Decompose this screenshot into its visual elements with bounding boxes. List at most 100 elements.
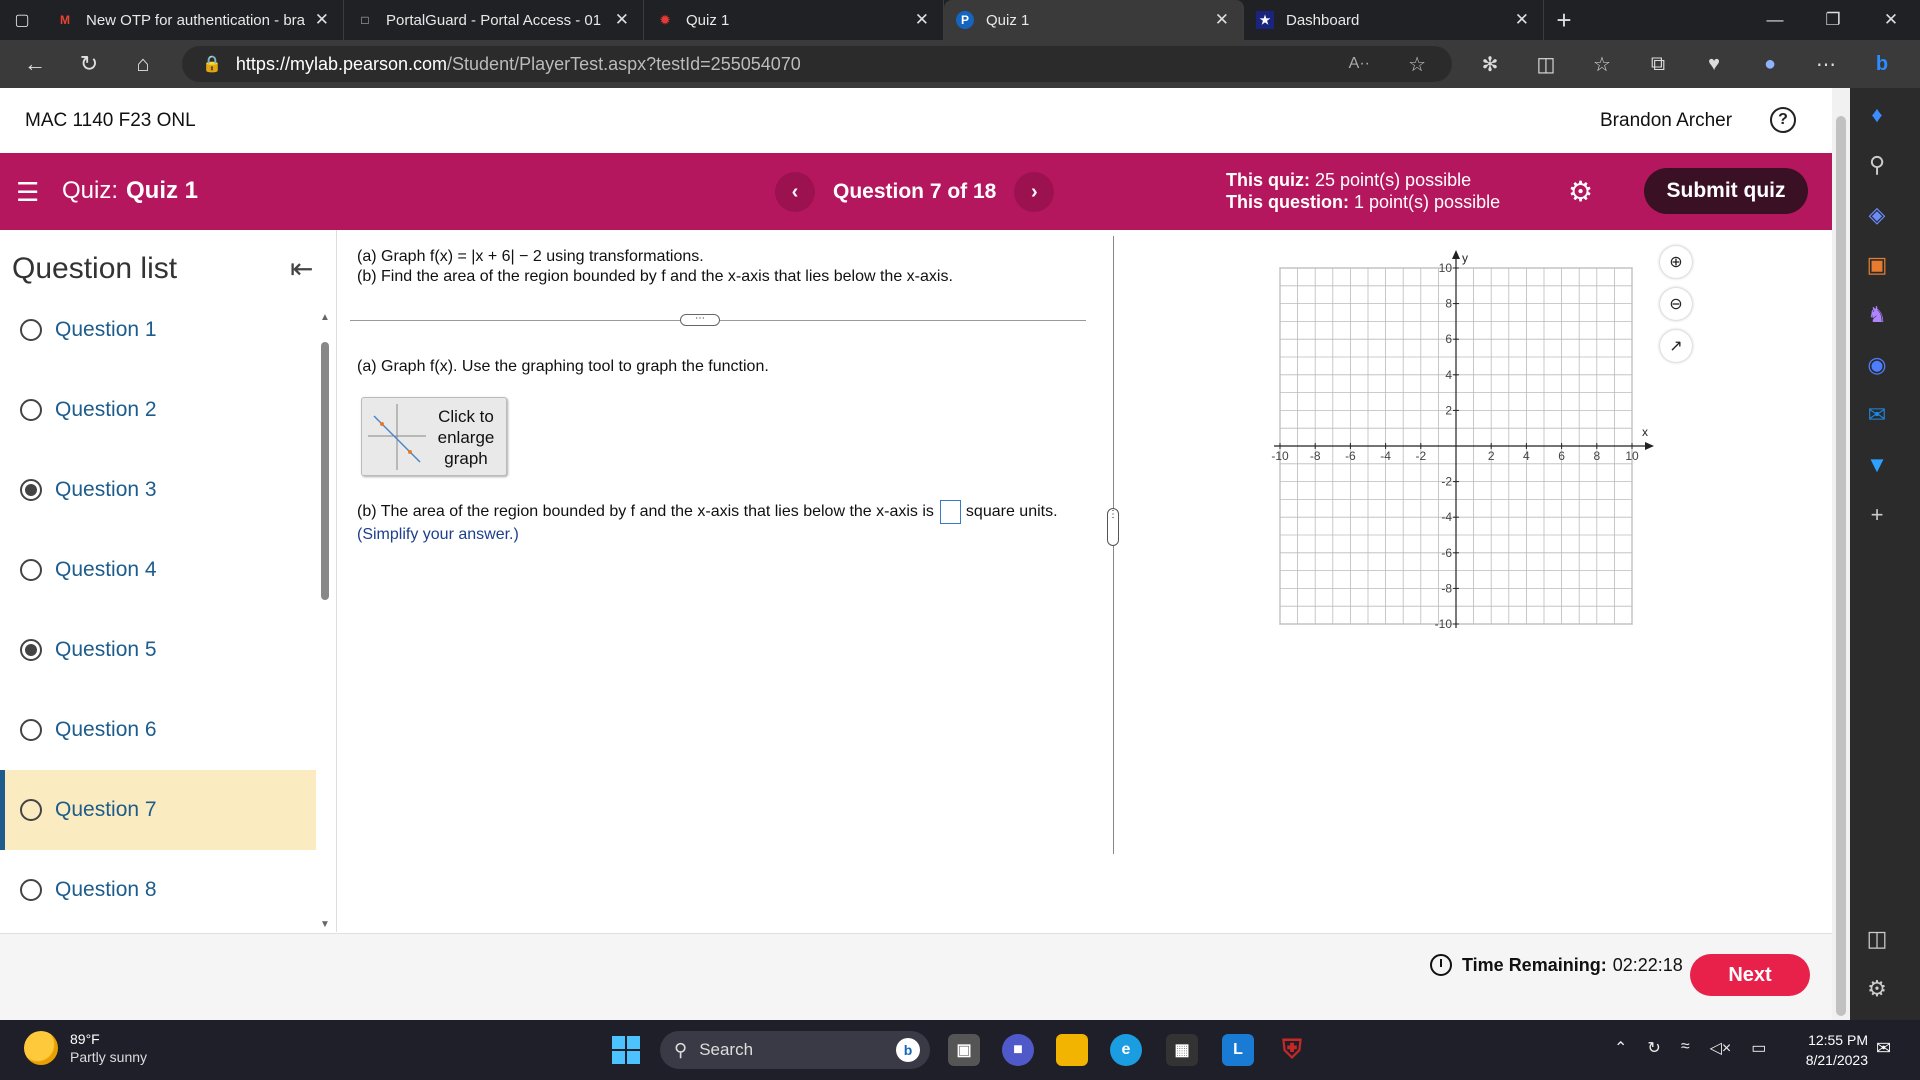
scroll-up-icon[interactable]: ▲ (320, 312, 330, 323)
quiz-points-label: This quiz: (1226, 170, 1310, 190)
pane-divider: ⋮ (1107, 236, 1119, 854)
graphing-area[interactable]: x y -10 -8 -6 -4 -2 2 4 6 8 10 10 8 6 4 2 -2 -4 -6 -8 -10 (1270, 248, 1670, 633)
scrollbar-thumb[interactable] (1836, 116, 1846, 1016)
page-scrollbar[interactable] (1832, 88, 1850, 1020)
tab-portalguard[interactable]: □ PortalGuard - Portal Access - 01 ✕ (344, 0, 644, 40)
taskbar-search[interactable]: ⚲ Search b (660, 1031, 930, 1069)
help-icon[interactable]: ? (1770, 107, 1796, 133)
sidebar-settings-icon[interactable]: ⚙ (1860, 972, 1894, 1006)
add-sidebar-item-icon[interactable]: + (1860, 498, 1894, 532)
microsoft-store-icon[interactable]: ▦ (1166, 1034, 1198, 1066)
close-tab-icon[interactable]: ✕ (1515, 10, 1529, 30)
drop-icon[interactable]: ▼ (1860, 448, 1894, 482)
more-options-icon[interactable]: ⋯ (1798, 52, 1854, 77)
question-list-item[interactable]: Question 6 (0, 690, 316, 770)
hamburger-menu-icon[interactable]: ☰ (16, 177, 39, 208)
settings-gear-icon[interactable]: ⚙ (1568, 175, 1593, 208)
sync-icon[interactable]: ↻ (1647, 1038, 1660, 1058)
favorites-icon[interactable]: ☆ (1574, 52, 1630, 77)
games-icon[interactable]: ♞ (1860, 298, 1894, 332)
search-icon[interactable]: ⚲ (1860, 148, 1894, 182)
home-icon[interactable]: ⌂ (116, 40, 170, 88)
collapse-panel-icon[interactable]: ⇤ (290, 252, 313, 285)
bing-copilot-icon[interactable]: b (1854, 53, 1910, 76)
answered-radio-icon (20, 479, 42, 501)
refresh-icon[interactable]: ↻ (62, 40, 116, 88)
url-field[interactable]: 🔒 https://mylab.pearson.com/Student/Play… (182, 46, 1452, 82)
browser-essentials-icon[interactable]: ♥ (1686, 53, 1742, 76)
close-tab-icon[interactable]: ✕ (615, 10, 629, 30)
question-list-item[interactable]: Question 7 (0, 770, 316, 850)
favorite-star-icon[interactable]: ☆ (1408, 52, 1426, 77)
split-screen-icon[interactable]: ◫ (1518, 52, 1574, 77)
taskbar-clock[interactable]: 12:55 PM 8/21/2023 (1790, 1030, 1868, 1070)
question-list-scroll-thumb[interactable] (321, 342, 329, 600)
tools-icon[interactable]: ▣ (1860, 248, 1894, 282)
tab-quiz-1-active[interactable]: P Quiz 1 ✕ (944, 0, 1244, 40)
pane-resize-handle-icon[interactable]: ⋮ (1107, 508, 1119, 546)
area-answer-input[interactable] (939, 500, 961, 524)
teams-chat-icon[interactable]: ■ (1002, 1034, 1034, 1066)
next-button[interactable]: Next (1690, 954, 1810, 996)
mcafee-icon[interactable]: ⛨ (1276, 1034, 1308, 1066)
collections-icon[interactable]: ⧉ (1630, 53, 1686, 76)
lock-icon[interactable]: 🔒 (202, 54, 222, 74)
quiz-points-value: 25 point(s) possible (1315, 170, 1472, 190)
sidebar-layout-icon[interactable]: ◫ (1860, 922, 1894, 956)
battery-icon[interactable]: ▭ (1751, 1038, 1766, 1058)
wifi-icon[interactable]: ≈ (1681, 1038, 1690, 1058)
user-name[interactable]: Brandon Archer (1600, 110, 1732, 132)
extensions-icon[interactable]: ✻ (1462, 52, 1518, 77)
volume-muted-icon[interactable]: ◁× (1710, 1038, 1732, 1058)
zoom-out-icon[interactable]: ⊖ (1660, 288, 1692, 320)
close-window-icon[interactable]: ✕ (1862, 0, 1920, 40)
pop-out-icon[interactable]: ↗ (1660, 330, 1692, 362)
quiz-header-bar: ☰ Quiz: Quiz 1 ‹ Question 7 of 18 › This … (0, 153, 1832, 230)
notification-center-icon[interactable]: ✉ (1876, 1038, 1891, 1059)
zoom-in-icon[interactable]: ⊕ (1660, 246, 1692, 278)
expand-handle-icon[interactable]: ⋯ (680, 314, 720, 326)
scroll-down-icon[interactable]: ▼ (320, 919, 330, 930)
outlook-icon[interactable]: ✉ (1860, 398, 1894, 432)
next-question-button[interactable]: › (1014, 172, 1055, 212)
close-tab-icon[interactable]: ✕ (915, 10, 929, 30)
show-hidden-icons-icon[interactable]: ⌃ (1614, 1038, 1627, 1058)
windows-start-icon[interactable] (612, 1036, 640, 1064)
tab-actions-icon[interactable]: ▢ (0, 0, 44, 40)
restore-icon[interactable]: ❐ (1804, 0, 1862, 40)
question-list-item[interactable]: Question 3 (0, 450, 316, 530)
question-list-item[interactable]: Question 1 (0, 300, 316, 370)
tab-gmail[interactable]: M New OTP for authentication - bra ✕ (44, 0, 344, 40)
task-view-icon[interactable]: ▣ (948, 1034, 980, 1066)
new-tab-button[interactable]: + (1544, 5, 1584, 36)
url-text: https://mylab.pearson.com/Student/Player… (236, 54, 801, 75)
read-aloud-icon[interactable]: A·· (1349, 55, 1370, 73)
question-list-item[interactable]: Question 8 (0, 850, 316, 930)
question-counter[interactable]: Question 7 of 18 (833, 180, 996, 204)
question-list-item[interactable]: Question 2 (0, 370, 316, 450)
tab-dashboard[interactable]: ★ Dashboard ✕ (1244, 0, 1544, 40)
submit-quiz-button[interactable]: Submit quiz (1644, 168, 1808, 214)
minimize-icon[interactable]: — (1746, 0, 1804, 40)
weather-widget[interactable]: 89°F Partly sunny (24, 1030, 147, 1066)
y-tick-label: 4 (1445, 368, 1452, 382)
question-list-scrollbar[interactable]: ▲ ▼ (318, 312, 332, 930)
close-tab-icon[interactable]: ✕ (315, 10, 329, 30)
coordinate-grid[interactable]: x y -10 -8 -6 -4 -2 2 4 6 8 10 10 8 6 4 2 -2 -4 -6 -8 -10 (1270, 248, 1670, 631)
file-explorer-icon[interactable] (1056, 1034, 1088, 1066)
shopping-tag-icon[interactable]: ◈ (1860, 198, 1894, 232)
notification-bell-icon[interactable]: ♦ (1860, 98, 1894, 132)
question-list-item[interactable]: Question 5 (0, 610, 316, 690)
previous-question-button[interactable]: ‹ (775, 172, 815, 212)
tab-quiz-1[interactable]: ✹ Quiz 1 ✕ (644, 0, 944, 40)
close-tab-icon[interactable]: ✕ (1215, 10, 1229, 30)
enlarge-graph-button[interactable]: Click to enlarge graph (361, 397, 507, 476)
unanswered-radio-icon (20, 879, 42, 901)
question-list: Question 1 Question 2 Question 3 Question 4… (0, 300, 316, 930)
profile-avatar-icon[interactable]: ● (1742, 53, 1798, 76)
back-icon[interactable]: ← (8, 40, 62, 88)
microsoft-365-icon[interactable]: ◉ (1860, 348, 1894, 382)
edge-browser-icon[interactable]: e (1110, 1034, 1142, 1066)
question-list-item[interactable]: Question 4 (0, 530, 316, 610)
lockdown-app-icon[interactable]: L (1222, 1034, 1254, 1066)
